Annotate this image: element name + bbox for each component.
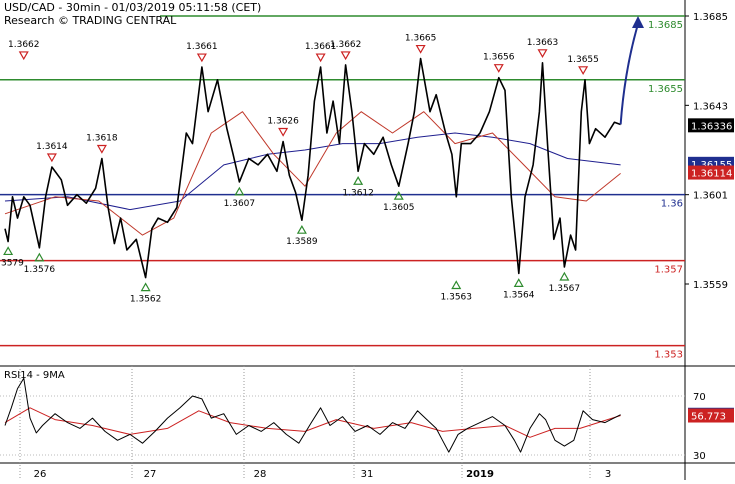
- chart-svg: 1.3685 1.3655 1.36 1.357 1.353 1.3662 1.3614 1.…: [0, 0, 735, 480]
- swing-low-marker: [451, 280, 462, 290]
- swing-high-label: 1.3626: [267, 116, 299, 126]
- swing-low-label: 1.3564: [503, 290, 535, 300]
- chart-area: 1.3685 1.3655 1.36 1.357 1.353 1.3662 1.3614 1.…: [0, 0, 735, 480]
- swing-low-marker: [34, 252, 45, 262]
- swing-high-marker: [415, 44, 426, 54]
- swing-high-marker: [578, 66, 589, 76]
- level-label: 1.36: [661, 199, 683, 210]
- forecast-arrow-line: [619, 23, 639, 125]
- swing-high-marker: [96, 144, 107, 154]
- swing-low-marker: [296, 224, 307, 234]
- level-label: 1.357: [654, 265, 683, 276]
- swing-high-label: 1.3662: [330, 40, 362, 50]
- y-tick-label: 1.3601: [693, 191, 728, 202]
- swing-low-label: 1.3612: [342, 188, 374, 198]
- swing-low-marker: [3, 246, 14, 256]
- swing-low-marker: [353, 176, 364, 185]
- swing-low-marker: [393, 190, 404, 200]
- swing-high-label: 1.3661: [186, 42, 218, 52]
- x-axis-label: 28: [254, 469, 267, 480]
- swing-low-label: 1.3562: [130, 295, 162, 305]
- swing-low-marker: [234, 186, 245, 196]
- y-tick-label: 1.3559: [693, 280, 728, 291]
- x-axis-label: 31: [361, 469, 374, 480]
- swing-high-label: 1.3663: [527, 38, 559, 48]
- level-label: 1.3655: [648, 84, 683, 95]
- level-label: 1.3685: [648, 20, 683, 31]
- x-axis-label: 2019: [466, 469, 494, 480]
- swing-low-marker: [559, 271, 570, 281]
- swing-high-label: 1.3665: [405, 34, 437, 44]
- y-tick-label: 1.3643: [693, 101, 728, 112]
- swing-low-label: 1.3607: [224, 199, 256, 209]
- swing-high-label: 1.3614: [36, 142, 68, 152]
- swing-low-label: 1.3579: [0, 258, 24, 268]
- rsi-last-value-label: 56.773: [691, 412, 726, 423]
- swing-high-marker: [315, 53, 326, 63]
- swing-low-label: 1.3576: [24, 265, 56, 275]
- forecast-arrow-head: [632, 16, 644, 28]
- chart-title: USD/CAD - 30min - 01/03/2019 05:11:58 (C…: [4, 1, 262, 14]
- swing-high-marker: [46, 153, 57, 163]
- swing-high-label: 1.3662: [8, 40, 40, 50]
- swing-low-label: 1.3567: [549, 284, 581, 294]
- swing-low-marker: [513, 278, 524, 287]
- level-label: 1.353: [654, 350, 683, 361]
- swing-high-marker: [196, 53, 207, 63]
- swing-high-label: 1.3656: [483, 53, 515, 63]
- x-axis-label: 3: [605, 469, 611, 480]
- swing-high-label: 1.3618: [86, 134, 118, 144]
- y-tick-label: 1.3685: [693, 12, 728, 23]
- swing-high-label: 1.3655: [567, 55, 599, 65]
- swing-high-marker: [18, 51, 29, 61]
- swing-high-marker: [340, 51, 351, 61]
- rsi-pane-label: RSI14 - 9MA: [4, 370, 65, 381]
- swing-high-marker: [493, 64, 504, 73]
- x-axis-label: 26: [34, 469, 47, 480]
- swing-high-marker: [537, 49, 548, 59]
- last-value-label: 1.36114: [691, 169, 732, 180]
- swing-low-marker: [140, 282, 151, 292]
- rsi-line: [4, 377, 621, 453]
- swing-low-label: 1.3589: [286, 237, 318, 247]
- fast-ma-line: [4, 111, 621, 236]
- swing-low-label: 1.3605: [383, 203, 415, 213]
- swing-low-label: 1.3563: [441, 292, 473, 302]
- slow-ma-line: [4, 132, 621, 211]
- chart-source: Research © TRADING CENTRAL: [4, 14, 177, 27]
- swing-high-marker: [278, 127, 289, 137]
- rsi-y-tick-label: 30: [693, 451, 706, 462]
- rsi-y-tick-label: 70: [693, 392, 706, 403]
- last-value-label: 1.36336: [691, 121, 732, 132]
- x-axis-label: 27: [144, 469, 157, 480]
